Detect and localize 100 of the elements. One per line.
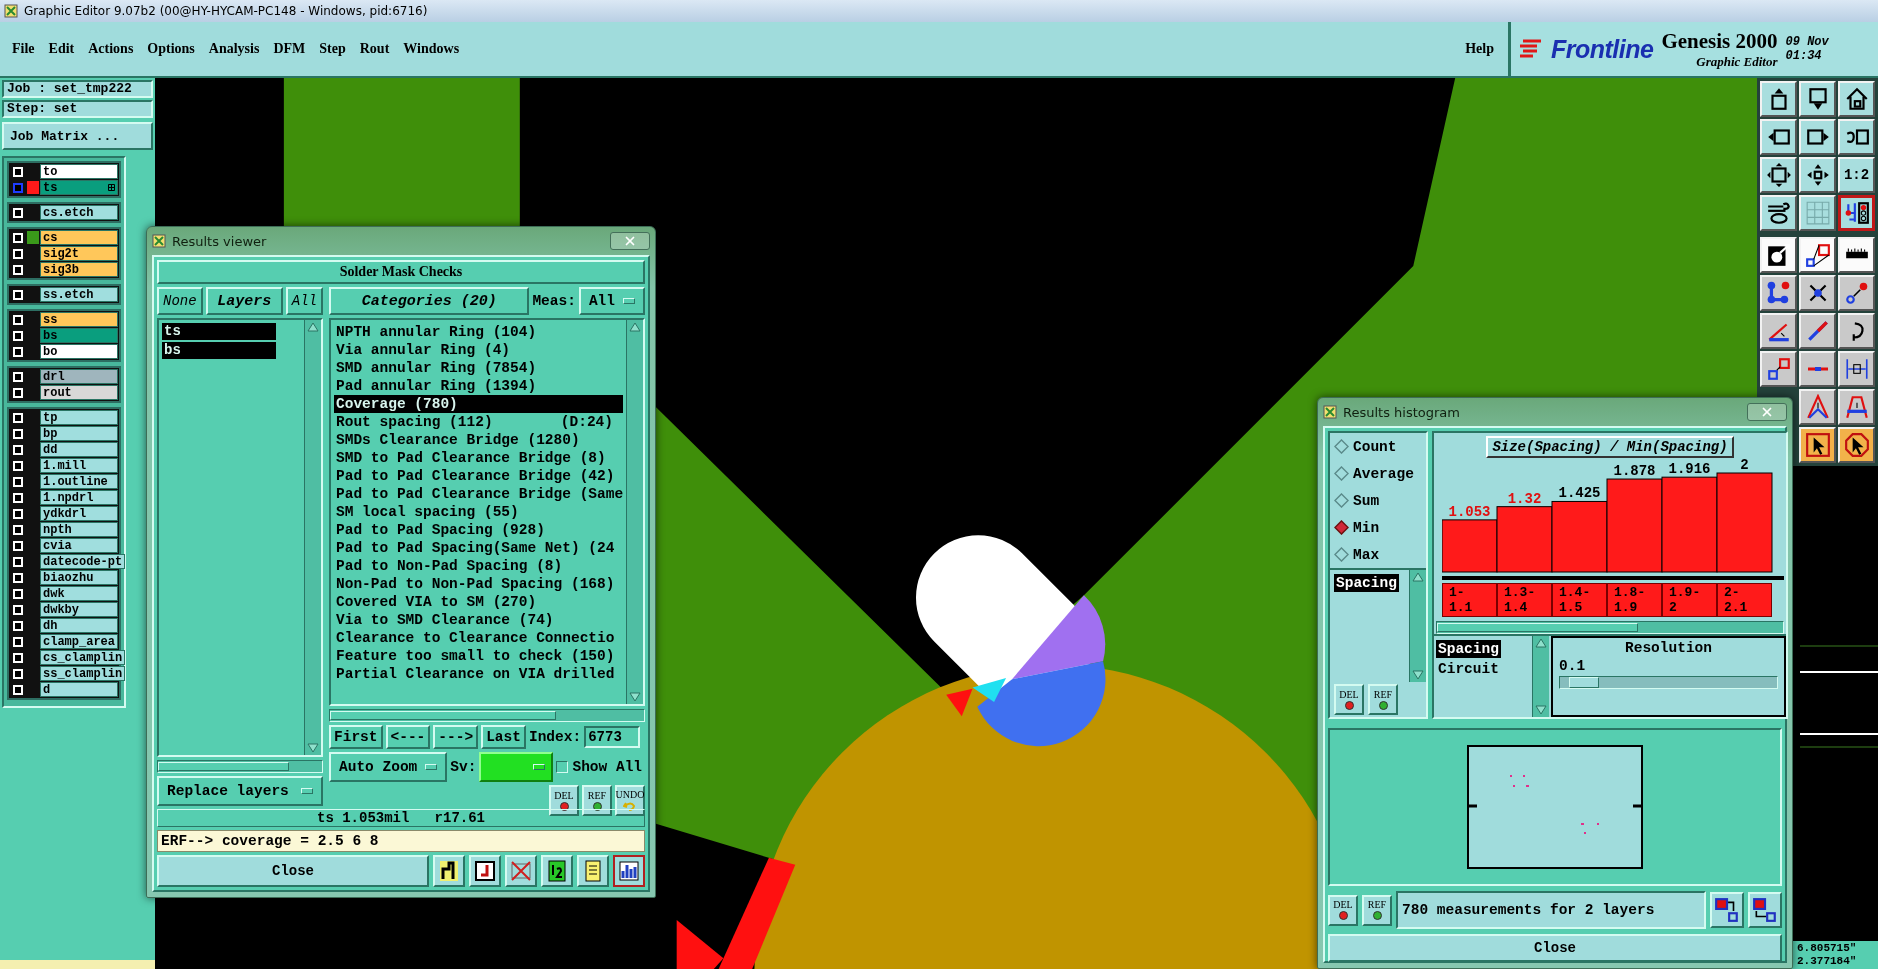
menu-item[interactable]: DFM xyxy=(269,39,310,59)
statistic-radio[interactable]: Max xyxy=(1330,541,1426,568)
nav-button[interactable]: First xyxy=(329,725,383,749)
category-item[interactable]: Covered VIA to SM (270) xyxy=(334,593,623,611)
menu-item[interactable]: Analysis xyxy=(204,39,264,59)
category-item[interactable]: Pad to Pad Spacing(Same Net) (24 xyxy=(334,539,623,557)
menu-item[interactable]: File xyxy=(8,39,39,59)
menu-item[interactable]: Step xyxy=(315,39,350,59)
layer-name[interactable]: dd xyxy=(40,442,118,457)
category-item[interactable]: SMD annular Ring (7854) xyxy=(334,359,623,377)
layer-name[interactable]: datecode-pt xyxy=(40,554,126,569)
category-item[interactable]: SMDs Clearance Bridge (1280) xyxy=(334,431,623,449)
zoom-mode-dropdown[interactable]: Auto Zoom xyxy=(329,752,448,782)
layer-filter-button[interactable]: Layers xyxy=(205,287,283,315)
layer-name[interactable]: 1.npdrl xyxy=(40,490,118,505)
category-item[interactable]: Pad to Non-Pad Spacing (8) xyxy=(334,557,623,575)
del-button[interactable]: DEL xyxy=(1334,684,1364,715)
vertical-scrollbar[interactable] xyxy=(1409,570,1426,682)
layer-name[interactable]: dwkby xyxy=(40,602,118,617)
menu-item[interactable]: Windows xyxy=(399,39,464,59)
layer-filter-button[interactable]: None xyxy=(157,287,203,315)
layer-name[interactable]: bo xyxy=(40,344,118,359)
replace-layers-dropdown[interactable]: Replace layers xyxy=(157,776,323,806)
horizontal-scrollbar[interactable] xyxy=(329,709,645,722)
tool-button[interactable] xyxy=(613,855,645,887)
layer-name[interactable]: cs_clamplin xyxy=(40,650,126,665)
close-button[interactable]: Close xyxy=(1328,934,1782,962)
layer-name[interactable]: 1.mill xyxy=(40,458,118,473)
nav-button[interactable]: Last xyxy=(481,725,526,749)
category-item[interactable]: Partial Clearance on VIA drilled xyxy=(334,665,623,683)
slider-thumb[interactable] xyxy=(1569,677,1600,688)
horizontal-scrollbar[interactable] xyxy=(1436,621,1784,634)
show-all-checkbox[interactable]: Show All xyxy=(556,759,643,775)
layer-item[interactable]: bs xyxy=(162,342,276,359)
undo-button[interactable]: UNDO xyxy=(615,785,645,816)
menu-item[interactable]: Options xyxy=(143,39,199,59)
category-item[interactable]: Rout spacing (112) (D:24) xyxy=(334,413,623,431)
statistic-radio[interactable]: Average xyxy=(1330,460,1426,487)
layer-name[interactable]: to xyxy=(40,164,118,179)
export-button[interactable] xyxy=(1748,892,1782,928)
layer-name[interactable]: dh xyxy=(40,618,118,633)
layer-name[interactable]: npth xyxy=(40,522,118,537)
statistic-radio[interactable]: Min xyxy=(1330,514,1426,541)
layer-name[interactable]: 1.outline xyxy=(40,474,118,489)
layer-name[interactable]: dwk xyxy=(40,586,118,601)
statistic-radio[interactable]: Count xyxy=(1330,433,1426,460)
layer-checkbox[interactable] xyxy=(13,182,23,193)
layer-name[interactable]: clamp_area xyxy=(40,634,118,649)
scrollbar-thumb[interactable] xyxy=(330,711,557,720)
scrollbar-thumb[interactable] xyxy=(158,762,290,771)
category-item[interactable]: Non-Pad to Non-Pad Spacing (168) xyxy=(334,575,623,593)
layer-name[interactable]: cs.etch xyxy=(40,205,118,220)
layer-name[interactable]: ss.etch xyxy=(40,287,118,302)
layer-name[interactable]: bp xyxy=(40,426,118,441)
del-button[interactable]: DEL xyxy=(1328,894,1358,926)
category-item[interactable]: Pad to Pad Clearance Bridge (Same xyxy=(334,485,623,503)
menu-item[interactable]: Rout xyxy=(355,39,394,59)
sv-dropdown[interactable] xyxy=(479,752,554,782)
layer-name[interactable]: biaozhu xyxy=(40,570,118,585)
category-item[interactable]: SM local spacing (55) xyxy=(334,503,623,521)
category-item[interactable]: Coverage (780) xyxy=(334,395,623,413)
field-item[interactable]: Spacing xyxy=(1436,640,1501,658)
ref-button[interactable]: REF xyxy=(1368,684,1398,715)
layer-name[interactable]: ss_clamplin xyxy=(40,666,126,681)
nav-button[interactable]: <--- xyxy=(385,725,431,749)
attribute-item[interactable]: Spacing xyxy=(1334,574,1399,592)
resolution-slider[interactable] xyxy=(1559,676,1778,689)
layer-name[interactable]: ts xyxy=(40,180,118,195)
layer-name[interactable]: sig2t xyxy=(40,246,118,261)
layer-item[interactable]: ts xyxy=(162,323,276,340)
nav-button[interactable]: ---> xyxy=(433,725,479,749)
job-matrix-button[interactable]: Job Matrix ... xyxy=(2,122,153,150)
export-button[interactable] xyxy=(1710,892,1744,928)
menu-item[interactable]: Edit xyxy=(44,39,79,59)
del-button[interactable]: DEL xyxy=(549,785,579,816)
help-menu[interactable]: Help xyxy=(1461,39,1498,59)
category-item[interactable]: NPTH annular Ring (104) xyxy=(334,323,623,341)
category-item[interactable]: Feature too small to check (150) xyxy=(334,647,623,665)
category-item[interactable]: Pad annular Ring (1394) xyxy=(334,377,623,395)
horizontal-scrollbar[interactable] xyxy=(157,760,323,773)
toolbar-button[interactable]: 1:2 xyxy=(1838,157,1875,193)
layer-name[interactable]: d xyxy=(40,682,118,697)
ref-button[interactable]: REF xyxy=(1362,894,1392,926)
layer-name[interactable]: sig3b xyxy=(40,262,118,277)
layer-name[interactable]: drl xyxy=(40,369,118,384)
layer-name[interactable]: cvia xyxy=(40,538,118,553)
layer-filter-button[interactable]: All xyxy=(285,287,323,315)
index-field[interactable]: 6773 xyxy=(584,726,641,748)
vertical-scrollbar[interactable] xyxy=(304,320,321,755)
layer-name[interactable]: bs xyxy=(40,328,118,343)
layer-name[interactable]: ydkdrl xyxy=(40,506,118,521)
close-button[interactable] xyxy=(1747,403,1787,421)
category-item[interactable]: Pad to Pad Spacing (928) xyxy=(334,521,623,539)
toolbar-button[interactable] xyxy=(1838,195,1875,231)
scrollbar-thumb[interactable] xyxy=(1437,623,1638,632)
category-item[interactable]: Via annular Ring (4) xyxy=(334,341,623,359)
layer-name[interactable]: rout xyxy=(40,385,118,400)
category-item[interactable]: SMD to Pad Clearance Bridge (8) xyxy=(334,449,623,467)
ref-button[interactable]: REF xyxy=(582,785,612,816)
layer-name[interactable]: cs xyxy=(40,230,118,245)
